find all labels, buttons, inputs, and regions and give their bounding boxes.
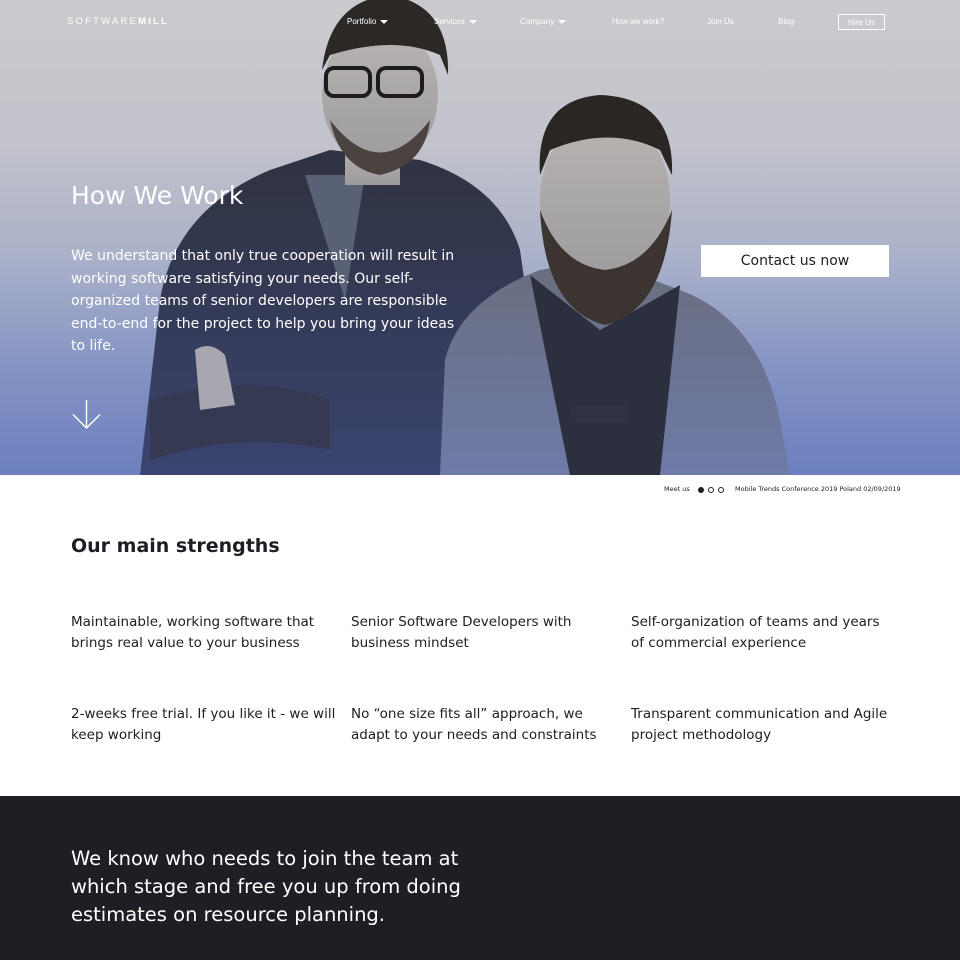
event-info[interactable]: Mobile Trends Conference 2019 Poland 02/… <box>735 485 901 493</box>
meet-us-bar: Meet us Mobile Trends Conference 2019 Po… <box>0 485 960 497</box>
nav-join-us[interactable]: Join Us <box>707 17 734 26</box>
nav-blog[interactable]: Blog <box>778 17 794 26</box>
strength-item: Transparent communication and Agile proj… <box>631 706 888 743</box>
top-nav: SOFTWAREMILL Portfolio Services Company … <box>0 0 960 44</box>
nav-services[interactable]: Services <box>434 17 477 26</box>
nav-company[interactable]: Company <box>520 17 567 26</box>
strength-item: Maintainable, working software that brin… <box>71 614 315 651</box>
strength-item: Self-organization of teams and years of … <box>631 614 880 651</box>
hero-section: SOFTWAREMILL Portfolio Services Company … <box>0 0 960 475</box>
strength-item: 2-weeks free trial. If you like it - we … <box>71 706 336 743</box>
hero-team-photo <box>140 0 790 475</box>
hire-us-button[interactable]: Hire Us <box>838 14 885 30</box>
carousel-dot-1[interactable] <box>698 487 704 493</box>
strength-item: No “one size fits all” approach, we adap… <box>351 706 597 743</box>
chevron-down-icon <box>468 19 477 24</box>
softwaremill-logo[interactable]: SOFTWAREMILL <box>67 16 169 27</box>
strengths-title: Our main strengths <box>71 535 280 557</box>
arrow-down-icon[interactable] <box>71 399 102 430</box>
carousel-dot-3[interactable] <box>718 487 724 493</box>
strength-item: Senior Software Developers with business… <box>351 614 572 651</box>
team-section: We know who needs to join the team at wh… <box>0 796 960 960</box>
team-description: We know who needs to join the team at wh… <box>71 847 461 926</box>
nav-how-we-work[interactable]: How we work? <box>612 17 664 26</box>
hero-description: We understand that only true cooperation… <box>71 248 455 354</box>
meet-us-label: Meet us <box>664 485 690 493</box>
chevron-down-icon <box>558 19 567 24</box>
nav-portfolio[interactable]: Portfolio <box>347 17 389 26</box>
chevron-down-icon <box>380 19 389 24</box>
page-title: How We Work <box>71 181 244 210</box>
carousel-dot-2[interactable] <box>708 487 714 493</box>
contact-us-button[interactable]: Contact us now <box>701 245 889 277</box>
